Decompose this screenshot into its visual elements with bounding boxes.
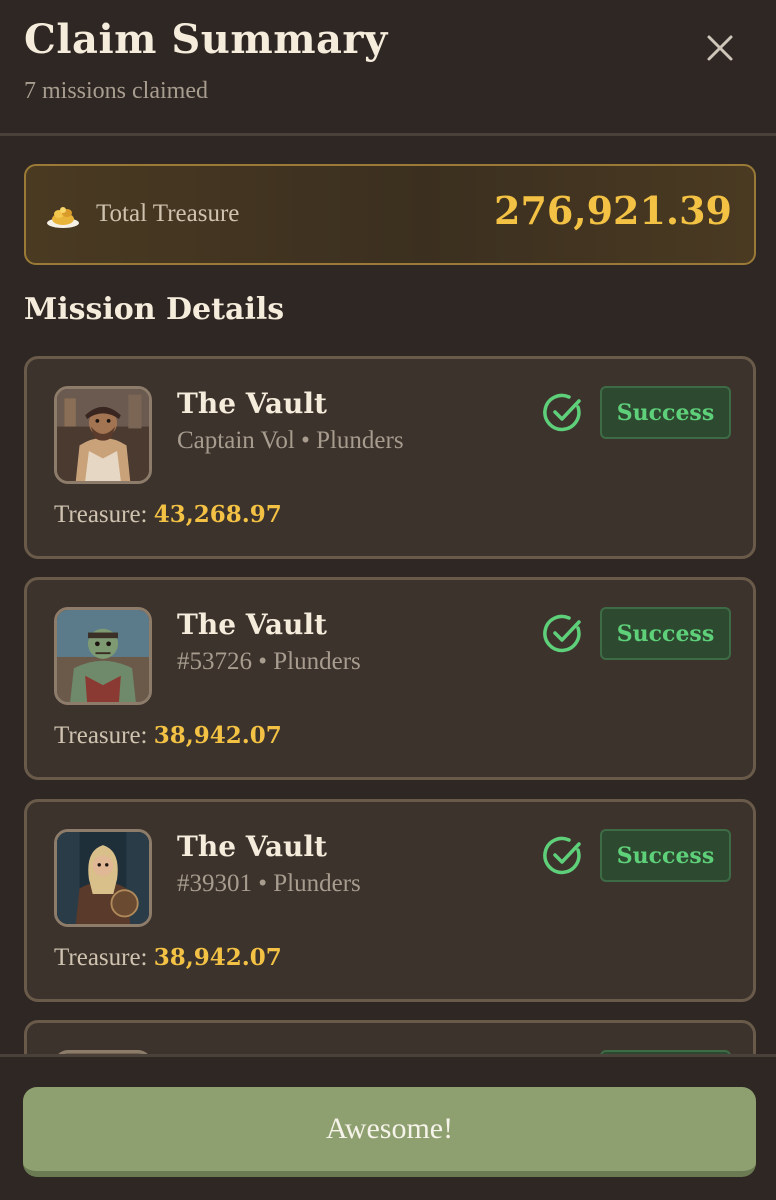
- modal-title: Claim Summary: [24, 16, 388, 63]
- awesome-button[interactable]: Awesome!: [23, 1087, 756, 1177]
- total-treasure-label: Total Treasure: [96, 200, 240, 227]
- treasure-label: Treasure:: [54, 501, 148, 528]
- mission-avatar: [54, 607, 152, 705]
- mission-subtitle: #53726 • Plunders: [177, 648, 361, 675]
- check-circle-icon: [543, 393, 581, 432]
- mission-subtitle: Captain Vol • Plunders: [177, 427, 404, 454]
- mission-treasure: Treasure: 38,942.07: [54, 944, 282, 972]
- treasure-value: 38,942.07: [153, 944, 282, 971]
- missions-claimed-count: 7 missions claimed: [24, 78, 208, 104]
- mission-card: [24, 1020, 756, 1054]
- mission-title: The Vault: [177, 830, 327, 863]
- mission-title: The Vault: [177, 387, 327, 420]
- mission-avatar: [54, 829, 152, 927]
- total-treasure-value: 276,921.39: [494, 188, 732, 233]
- mission-treasure: Treasure: 38,942.07: [54, 722, 282, 750]
- pirate-captain-portrait: [57, 389, 149, 481]
- mission-card: The Vault #53726 • Plunders Success Trea…: [24, 577, 756, 780]
- mission-card: The Vault Captain Vol • Plunders Success…: [24, 356, 756, 559]
- viking-warrior-portrait: [57, 832, 149, 924]
- mission-list[interactable]: The Vault Captain Vol • Plunders Success…: [0, 356, 776, 1054]
- modal-header: Claim Summary 7 missions claimed: [0, 0, 776, 136]
- status-badge: Success: [600, 386, 731, 439]
- treasure-label: Treasure:: [54, 722, 148, 749]
- close-button[interactable]: [700, 28, 740, 68]
- treasure-value: 38,942.07: [153, 722, 282, 749]
- mission-title: The Vault: [177, 608, 327, 641]
- mission-subtitle: #39301 • Plunders: [177, 870, 361, 897]
- modal-footer: Awesome!: [0, 1054, 776, 1200]
- treasure-pile-icon: [47, 207, 79, 228]
- treasure-label: Treasure:: [54, 944, 148, 971]
- mission-card: The Vault #39301 • Plunders Success Trea…: [24, 799, 756, 1002]
- close-icon: [707, 35, 733, 61]
- mission-treasure: Treasure: 43,268.97: [54, 501, 282, 529]
- treasure-value: 43,268.97: [153, 501, 282, 528]
- check-circle-icon: [543, 836, 581, 875]
- total-treasure-panel: Total Treasure 276,921.39: [24, 164, 756, 265]
- orc-warrior-portrait: [57, 610, 149, 702]
- status-badge: Success: [600, 607, 731, 660]
- mission-avatar: [54, 386, 152, 484]
- mission-details-heading: Mission Details: [24, 292, 285, 327]
- check-circle-icon: [543, 614, 581, 653]
- status-badge: Success: [600, 829, 731, 882]
- claim-summary-modal: Claim Summary 7 missions claimed Total T…: [0, 0, 776, 1200]
